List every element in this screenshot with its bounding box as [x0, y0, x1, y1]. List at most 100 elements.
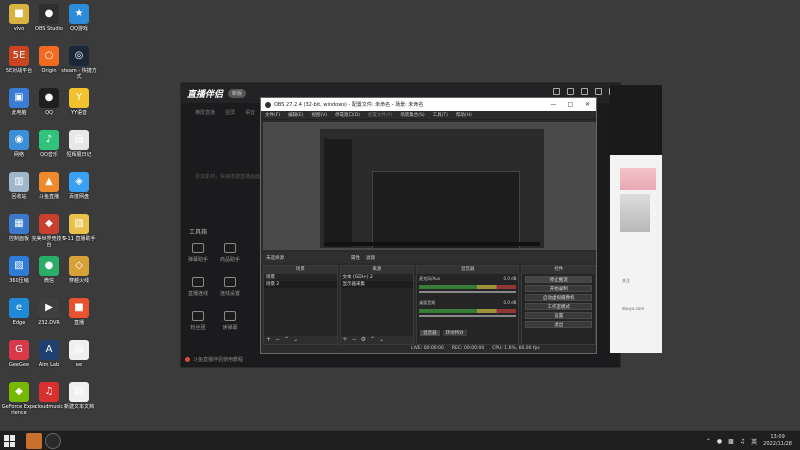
mail-icon[interactable] [567, 88, 574, 95]
desktop-icon[interactable]: ◈ 百度网盘 [61, 172, 97, 200]
shirt-icon[interactable] [595, 88, 602, 95]
controls-title: 控件 [522, 266, 595, 274]
volume-slider[interactable] [419, 291, 517, 293]
track-name: 桌面音频 [419, 300, 436, 305]
tool-danmu[interactable]: 弹幕助手 [183, 243, 213, 263]
maximize-button[interactable]: □ [562, 98, 579, 111]
tab-landscape[interactable]: 横屏直播 [195, 109, 215, 116]
follow-label[interactable]: 关注 [622, 278, 630, 284]
chat-icon [192, 243, 204, 253]
menu-profile[interactable]: 配置文件(P) [368, 112, 392, 118]
live-companion-logo: 直播伴侣 [187, 89, 224, 100]
exit-button[interactable]: 退出 [525, 321, 592, 328]
desktop-icon[interactable]: ★ QQ游戏 [61, 4, 97, 32]
desktop-icon[interactable]: ■ 直播 [61, 298, 97, 326]
add-icon[interactable]: + [266, 336, 271, 344]
tool-read-danmu[interactable]: 读弹幕 [215, 311, 245, 331]
app-icon: ■ [69, 298, 89, 318]
desktop-icon[interactable]: ▤ ee [61, 340, 97, 368]
menu-help[interactable]: 帮助(H) [456, 112, 472, 118]
source-item[interactable]: 文本 (GDI+) 2 [341, 274, 414, 281]
desktop-icon-label: 百度网盘 [68, 194, 89, 200]
tab-portrait[interactable]: 竖屏 [225, 109, 235, 116]
gear-icon[interactable]: ⚙ [361, 336, 366, 344]
streamer-photo[interactable] [620, 194, 650, 232]
desktop-icon[interactable]: ▧ S-11 直播助手 [61, 214, 97, 242]
scene-item[interactable]: 场景 [264, 274, 337, 281]
tool-goods[interactable]: 商品助手 [215, 243, 245, 263]
tab-transitions[interactable]: 转场特效 [442, 330, 467, 336]
obs-preview-canvas[interactable] [263, 122, 596, 250]
app-icon: ▤ [69, 340, 89, 360]
track-db: 0.0 dB [503, 276, 517, 281]
desktop-icon[interactable]: Y YY语音 [61, 88, 97, 116]
rec-status: REC: 00:00:00 [451, 346, 485, 351]
gear-icon[interactable] [581, 88, 588, 95]
obs-title-text: OBS 27.2.4 (32-bit, windows) - 配置文件: 未命名… [274, 102, 424, 108]
desktop-icon[interactable]: ▤ 恒辉展日记 [61, 130, 97, 158]
taskbar-app-obs[interactable] [45, 433, 61, 449]
windows-start-button[interactable] [4, 435, 16, 447]
properties-button[interactable]: 属性 [351, 255, 360, 261]
virtual-camera-button[interactable]: 启动虚拟摄像机 [525, 294, 592, 301]
down-icon[interactable]: ⌄ [379, 336, 384, 344]
remove-icon[interactable]: − [352, 336, 357, 344]
up-icon[interactable]: ⌃ [370, 336, 375, 344]
sources-dock: 来源 文本 (GDI+) 2 显示器采集 + − ⚙ ⌃ ⌄ [339, 265, 415, 345]
menu-view[interactable]: 视图(V) [311, 112, 327, 118]
start-recording-button[interactable]: 开始录制 [525, 285, 592, 292]
up-icon[interactable]: ⌃ [284, 336, 289, 344]
app-icon: ▦ [9, 214, 29, 234]
menu-docks[interactable]: 停靠窗口(D) [335, 112, 360, 118]
app-icon: ◇ [69, 256, 89, 276]
tool-link-settings[interactable]: 连线设置 [215, 277, 245, 297]
version-badge[interactable]: 新版 [228, 88, 247, 98]
mic-icon[interactable]: ● [717, 438, 722, 445]
menu-edit[interactable]: 编辑(E) [288, 112, 303, 118]
side-panel-header [610, 85, 662, 155]
menu-file[interactable]: 文件(F) [265, 112, 280, 118]
add-icon[interactable]: + [343, 336, 348, 344]
tab-voice[interactable]: 语音 [245, 109, 255, 116]
tutorial-link[interactable]: 斗鱼直播伴侣使用教程 [185, 356, 243, 363]
obs-icon [265, 101, 271, 108]
desktop-icon-label: S-11 直播助手 [62, 236, 96, 242]
volume-meter [419, 309, 517, 313]
desktop-icon[interactable]: ◇ 穿越火线 [61, 256, 97, 284]
desktop-icon[interactable]: ◎ steam - 快捷方式 [61, 46, 97, 80]
obs-titlebar[interactable]: OBS 27.2.4 (32-bit, windows) - 配置文件: 未命名… [261, 98, 596, 111]
chevron-up-icon[interactable]: ⌃ [706, 438, 711, 445]
tab-mixer[interactable]: 混音器 [420, 330, 440, 336]
live-status: LIVE: 00:00:00 [411, 346, 444, 351]
remove-icon[interactable]: − [275, 336, 280, 344]
ime-indicator[interactable]: 英 [751, 437, 757, 446]
desktop-icon[interactable]: ▤ 新建文本文档 [61, 382, 97, 410]
taskbar-app-live-companion[interactable] [26, 433, 42, 449]
headset-icon[interactable] [553, 88, 560, 95]
volume-icon[interactable]: ♫ [740, 438, 745, 445]
stop-streaming-button[interactable]: 停止推流 [525, 276, 592, 283]
scenes-footer: + − ⌃ ⌄ [264, 336, 337, 344]
menu-scene-collection[interactable]: 场景集合(S) [400, 112, 424, 118]
tool-fans[interactable]: 粉丝团 [183, 311, 213, 331]
streamer-avatar[interactable] [620, 168, 656, 190]
scene-item[interactable]: 场景 2 [264, 281, 337, 288]
tutorial-label: 斗鱼直播伴侣使用教程 [193, 357, 244, 363]
settings-button[interactable]: 设置 [525, 312, 592, 319]
app-icon: ♪ [39, 130, 59, 150]
clock[interactable]: 13:09 2022/11/28 [763, 434, 792, 448]
minimize-button[interactable]: — [545, 98, 562, 111]
obs-window[interactable]: OBS 27.2.4 (32-bit, windows) - 配置文件: 未命名… [260, 97, 597, 354]
volume-slider[interactable] [419, 315, 517, 317]
close-button[interactable]: ✕ [579, 98, 596, 111]
filters-button[interactable]: 滤镜 [366, 255, 375, 261]
down-icon[interactable]: ⌄ [293, 336, 298, 344]
nested-capture [320, 129, 544, 249]
menu-tools[interactable]: 工具(T) [433, 112, 448, 118]
studio-mode-button[interactable]: 工作室模式 [525, 303, 592, 310]
controls-dock: 控件 停止推流 开始录制 启动虚拟摄像机 工作室模式 设置 退出 [521, 265, 596, 345]
source-item[interactable]: 显示器采集 [340, 281, 414, 288]
network-icon[interactable]: ▩ [728, 438, 734, 445]
tool-link[interactable]: 直播连线 [183, 277, 213, 297]
desktop-icon-label: YY语音 [70, 110, 88, 116]
